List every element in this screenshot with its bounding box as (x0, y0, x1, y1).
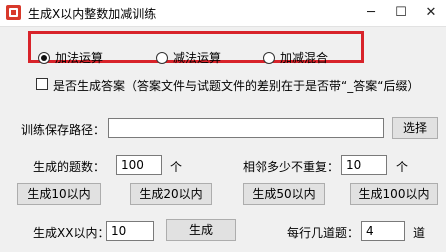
radio-mixed-label: 加减混合 (280, 51, 329, 65)
generate-20-button[interactable]: 生成20以内 (130, 183, 212, 205)
no-repeat-input[interactable]: 10 (341, 155, 387, 175)
save-path-input[interactable] (108, 118, 384, 138)
maximize-button[interactable]: ☐ (386, 0, 416, 26)
generate-100-button[interactable]: 生成100以内 (350, 183, 438, 205)
custom-generate-button[interactable]: 生成 (166, 219, 236, 241)
per-row-input[interactable]: 4 (361, 221, 405, 241)
radio-subtraction-indicator[interactable] (156, 52, 168, 64)
radio-addition-indicator[interactable] (38, 52, 50, 64)
browse-button[interactable]: 选择 (392, 117, 438, 139)
minimize-button[interactable]: ─ (356, 0, 386, 26)
per-row-unit: 道 (413, 226, 426, 240)
custom-range-label: 生成XX以内： (33, 226, 110, 240)
close-button[interactable]: ✕ (416, 0, 446, 26)
radio-addition-label: 加法运算 (55, 51, 104, 65)
generate-answers-label: 是否生成答案（答案文件与试题文件的差别在于是否带“_答案“后缀） (53, 79, 420, 93)
custom-range-input[interactable]: 10 (106, 221, 154, 241)
radio-mixed-indicator[interactable] (263, 52, 275, 64)
per-row-label: 每行几道题： (287, 226, 360, 240)
question-count-label: 生成的题数： (33, 160, 106, 174)
no-repeat-label: 相邻多少不重复： (243, 160, 340, 174)
app-icon (6, 5, 21, 20)
question-count-unit: 个 (170, 160, 183, 174)
window-title: 生成X以内整数加减训练 (28, 7, 157, 21)
generate-answers-checkbox[interactable] (36, 78, 48, 90)
radio-subtraction-label: 减法运算 (173, 51, 222, 65)
title-bar: 生成X以内整数加减训练 ─ ☐ ✕ (0, 0, 446, 27)
no-repeat-unit: 个 (396, 160, 409, 174)
save-path-label: 训练保存路径： (21, 123, 106, 137)
question-count-input[interactable]: 100 (116, 155, 162, 175)
generate-50-button[interactable]: 生成50以内 (243, 183, 325, 205)
generate-10-button[interactable]: 生成10以内 (17, 183, 101, 205)
